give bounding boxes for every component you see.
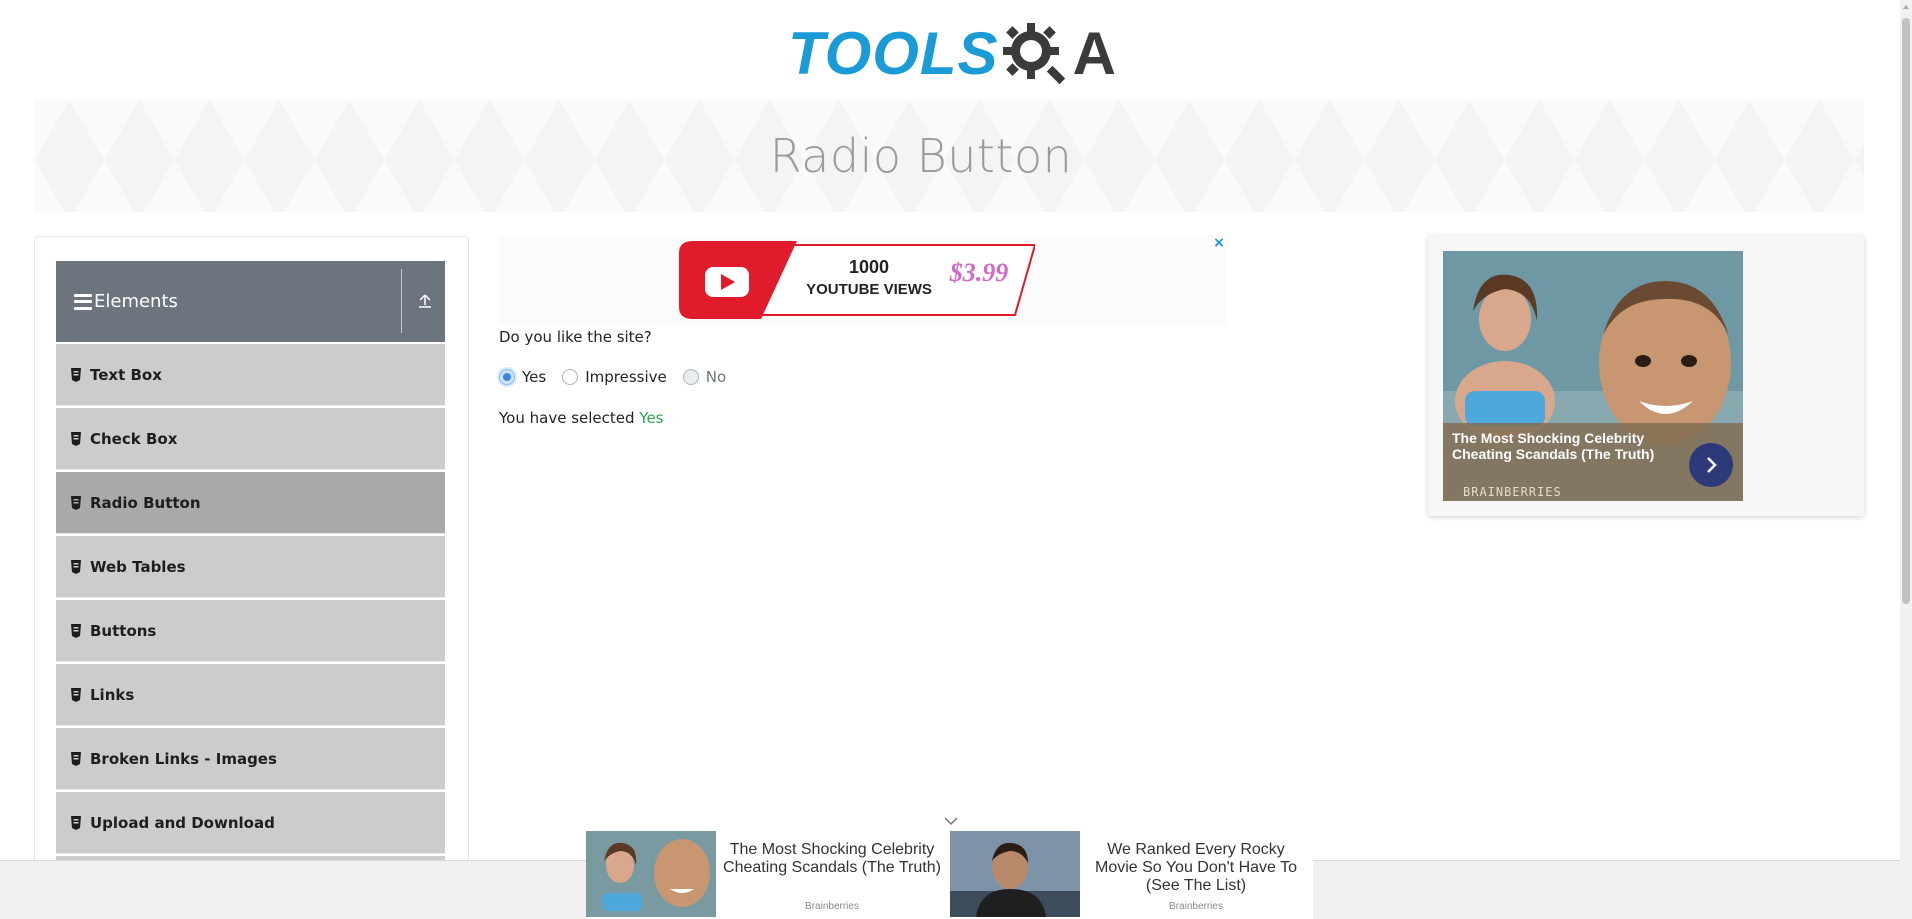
- sidebar-item-label: Upload and Download: [90, 813, 275, 832]
- sidebar-item-label: Web Tables: [90, 557, 186, 576]
- ad-thumbnail-image: [950, 831, 1080, 917]
- gear-magnifier-icon: [1002, 23, 1065, 85]
- bottom-ad-title-1[interactable]: The Most Shocking Celebrity Cheating Sca…: [722, 841, 942, 877]
- scrollbar-thumb[interactable]: [1902, 18, 1910, 604]
- ad-right[interactable]: The Most Shocking Celebrity Cheating Sca…: [1428, 236, 1864, 516]
- ad-right-caption[interactable]: The Most Shocking Celebrity Cheating Sca…: [1443, 423, 1743, 501]
- bottom-ad-source-1: Brainberries: [805, 901, 859, 912]
- bottom-ad-card-2[interactable]: We Ranked Every Rocky Movie So You Don't…: [950, 831, 1310, 919]
- ad-price-text: $3.99: [949, 258, 1009, 287]
- result-prefix: You have selected: [499, 409, 640, 427]
- collapse-upload-icon[interactable]: [413, 289, 437, 313]
- bottom-ad-title-2[interactable]: We Ranked Every Rocky Movie So You Don't…: [1086, 841, 1306, 895]
- sidebar-item-web-tables[interactable]: Web Tables: [56, 536, 445, 598]
- scroll-up-arrow-icon[interactable]: [1902, 3, 1910, 11]
- html5-file-icon: [71, 751, 81, 766]
- vertical-scrollbar[interactable]: [1900, 0, 1912, 919]
- radio-label-yes[interactable]: Yes: [522, 368, 546, 386]
- ad-right-image[interactable]: The Most Shocking Celebrity Cheating Sca…: [1443, 251, 1743, 501]
- youtube-views-ad: 1000 YOUTUBE VIEWS $3.99: [679, 241, 1035, 319]
- header-divider: [401, 269, 402, 333]
- ad-close-icon[interactable]: ×: [1212, 236, 1226, 250]
- selection-result: You have selected Yes: [499, 409, 664, 427]
- ad-right-headline[interactable]: The Most Shocking Celebrity Cheating Sca…: [1452, 430, 1682, 462]
- sidebar-item-radio-button[interactable]: Radio Button: [56, 472, 445, 534]
- sidebar-menu-list: Text Box Check Box Radio Button Web Tabl…: [56, 344, 445, 919]
- html5-file-icon: [71, 815, 81, 830]
- toolsqa-logo[interactable]: TOOLS A: [788, 14, 1116, 92]
- sidebar-item-label: Text Box: [90, 365, 162, 384]
- sidebar-item-label: Broken Links - Images: [90, 749, 277, 768]
- sidebar-group-header-elements[interactable]: Elements: [56, 261, 445, 342]
- html5-file-icon: [71, 623, 81, 638]
- bottom-ad-source-2: Brainberries: [1169, 901, 1223, 912]
- radio-yes[interactable]: [499, 369, 515, 385]
- hamburger-icon: [74, 293, 92, 310]
- html5-file-icon: [71, 687, 81, 702]
- sidebar-item-label: Buttons: [90, 621, 157, 640]
- radio-label-no: No: [705, 368, 727, 386]
- logo-text-qa: A: [1072, 19, 1116, 87]
- radio-no: [682, 369, 699, 385]
- ad-line2-text: YOUTUBE VIEWS: [806, 281, 932, 298]
- page: TOOLS A Radio Button Elements Text Box C…: [0, 0, 1912, 919]
- bottom-ad[interactable]: The Most Shocking Celebrity Cheating Sca…: [586, 817, 1313, 919]
- radio-impressive[interactable]: [562, 369, 579, 385]
- chevron-down-icon[interactable]: [942, 815, 960, 829]
- sidebar-item-buttons[interactable]: Buttons: [56, 600, 445, 662]
- sidebar: Elements Text Box Check Box Radio Button: [34, 236, 469, 919]
- sidebar-item-label: Radio Button: [90, 493, 201, 512]
- logo-text-tools: TOOLS: [788, 19, 999, 87]
- sidebar-item-label: Check Box: [90, 429, 178, 448]
- sidebar-item-broken-links-images[interactable]: Broken Links - Images: [56, 728, 445, 790]
- radio-option-yes[interactable]: Yes: [499, 368, 546, 386]
- ad-banner-top[interactable]: 1000 YOUTUBE VIEWS $3.99: [499, 236, 1227, 326]
- radio-label-impressive[interactable]: Impressive: [585, 368, 667, 386]
- page-banner: Radio Button: [34, 100, 1864, 212]
- sidebar-item-check-box[interactable]: Check Box: [56, 408, 445, 470]
- radio-option-no: No: [682, 368, 727, 386]
- radio-group: Yes Impressive No: [499, 368, 742, 386]
- sidebar-item-label: Links: [90, 685, 135, 704]
- chevron-right-icon[interactable]: [1689, 443, 1733, 487]
- question-text: Do you like the site?: [499, 328, 652, 346]
- bottom-ad-card-1[interactable]: The Most Shocking Celebrity Cheating Sca…: [586, 831, 946, 919]
- html5-file-icon: [71, 431, 81, 446]
- sidebar-item-upload-and-download[interactable]: Upload and Download: [56, 792, 445, 854]
- radio-option-impressive[interactable]: Impressive: [562, 368, 667, 386]
- ad-thumbnail-image: [586, 831, 716, 917]
- sidebar-item-links[interactable]: Links: [56, 664, 445, 726]
- sidebar-item-text-box[interactable]: Text Box: [56, 344, 445, 406]
- html5-file-icon: [71, 559, 81, 574]
- ad-right-brand: BRAINBERRIES: [1463, 485, 1562, 499]
- ad-line1-text: 1000: [849, 257, 889, 277]
- html5-file-icon: [71, 367, 81, 382]
- sidebar-group-title: Elements: [94, 291, 178, 312]
- html5-file-icon: [71, 495, 81, 510]
- result-value: Yes: [639, 409, 664, 427]
- page-title: Radio Button: [769, 129, 1073, 183]
